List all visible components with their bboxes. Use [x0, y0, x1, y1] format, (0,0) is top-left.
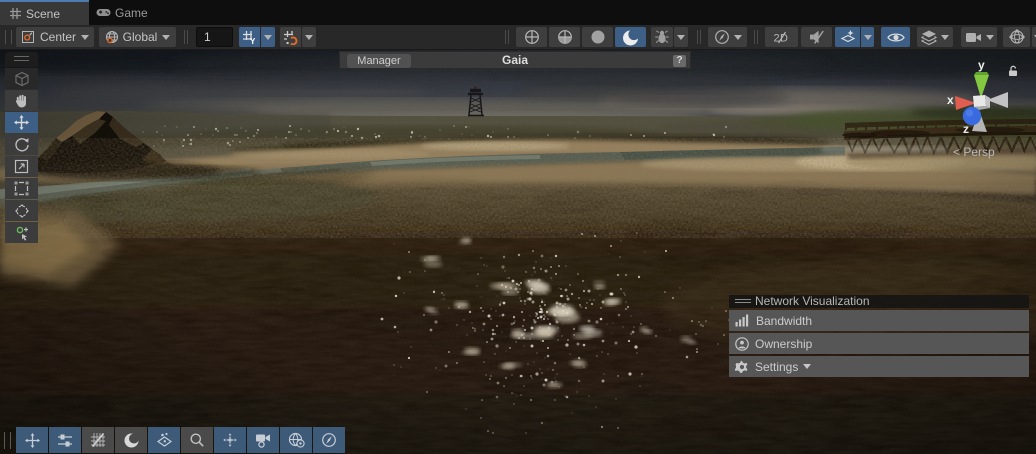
svg-text:z: z [963, 122, 969, 136]
svg-text:Y: Y [250, 37, 256, 45]
svg-text:x: x [947, 93, 954, 107]
svg-text:y: y [978, 58, 985, 72]
